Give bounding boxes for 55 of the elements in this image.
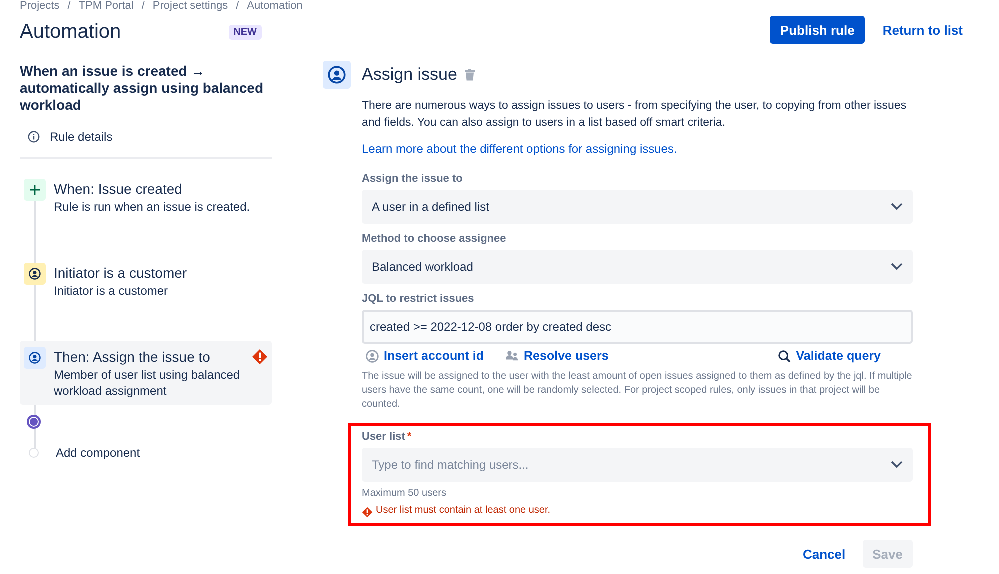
search-icon xyxy=(778,350,792,362)
chevron-down-icon xyxy=(891,203,903,211)
select-field[interactable]: A user in a defined list xyxy=(362,190,913,224)
field-label: Method to choose assignee xyxy=(362,232,508,246)
new-badge: NEW xyxy=(228,24,262,40)
step-description: Rule is run when an issue is created. xyxy=(54,199,252,215)
rule-step[interactable]: When: Issue created Rule is run when an issue is created. xyxy=(20,173,272,221)
input-field[interactable]: created >= 2022-12-08 order by created desc xyxy=(362,310,913,344)
page-title: Automation xyxy=(20,20,122,44)
user-icon xyxy=(29,268,41,280)
breadcrumb-separator: / xyxy=(142,0,145,12)
add-component-button[interactable]: Add component xyxy=(56,446,140,460)
step-title: Initiator is a customer xyxy=(54,264,188,283)
panel-title: Assign issue xyxy=(362,65,458,85)
field-label: User list * xyxy=(362,430,413,444)
users-icon xyxy=(506,350,520,362)
field-label: Assign the issue to xyxy=(362,172,464,186)
step-description: Initiator is a customer xyxy=(54,283,170,299)
info-icon xyxy=(28,131,40,143)
breadcrumb-separator: / xyxy=(68,0,71,12)
insertion-marker xyxy=(27,415,41,429)
chevron-down-icon xyxy=(891,263,903,271)
user-icon xyxy=(29,352,41,364)
publish-rule-button[interactable]: Publish rule xyxy=(770,16,865,44)
panel-description: There are numerous ways to assign issues to users - from specifying the user, to copying from other issues and fields. You can also assign to users in a list based off smart criteria. xyxy=(362,99,908,131)
hint-text: Maximum 50 users xyxy=(362,487,448,501)
field-label: JQL to restrict issues xyxy=(362,292,476,306)
select-field[interactable]: Balanced workload xyxy=(362,250,913,284)
action-link[interactable]: Validate query xyxy=(778,349,881,363)
action-link[interactable]: Insert account id xyxy=(366,349,484,363)
breadcrumb-separator: / xyxy=(236,0,240,12)
error-icon xyxy=(362,506,373,518)
trash-icon[interactable] xyxy=(465,69,476,81)
rule-step[interactable]: Initiator is a customer Initiator is a customer xyxy=(20,257,272,305)
cancel-button[interactable]: Cancel xyxy=(802,540,846,568)
action-link[interactable]: Resolve users xyxy=(506,349,609,363)
help-text: The issue will be assigned to the user with the least amount of open issues assigned to them as defined by the jql. If multiple users have the same count, one will be randomly selected. For project scoped rules, only issues in that project will be counted. xyxy=(362,370,913,412)
step-title: Then: Assign the issue to xyxy=(54,348,212,367)
breadcrumb-link[interactable]: Automation xyxy=(247,0,303,12)
rule-step[interactable]: Then: Assign the issue to Member of user list using balanced workload assignment xyxy=(20,341,272,405)
plus-icon xyxy=(30,185,40,195)
user-icon xyxy=(328,66,346,84)
user-icon xyxy=(366,350,379,362)
rule-details-link[interactable]: Rule details xyxy=(28,127,113,147)
return-to-list-link[interactable]: Return to list xyxy=(882,16,963,44)
error-icon xyxy=(252,349,268,365)
breadcrumb-link[interactable]: Projects xyxy=(20,0,60,12)
rule-name: When an issue is created → automatically assign using balanced workload xyxy=(20,63,265,114)
breadcrumb-link[interactable]: Project settings xyxy=(152,0,228,12)
breadcrumb-link[interactable]: TPM Portal xyxy=(78,0,134,12)
step-title: When: Issue created xyxy=(54,180,184,199)
chevron-down-icon xyxy=(891,461,903,469)
learn-more-link[interactable]: Learn more about the different options for assigning issues. xyxy=(362,142,678,156)
step-description: Member of user list using balanced workload assignment xyxy=(54,367,242,399)
error-message: User list must contain at least one user. xyxy=(376,504,551,518)
